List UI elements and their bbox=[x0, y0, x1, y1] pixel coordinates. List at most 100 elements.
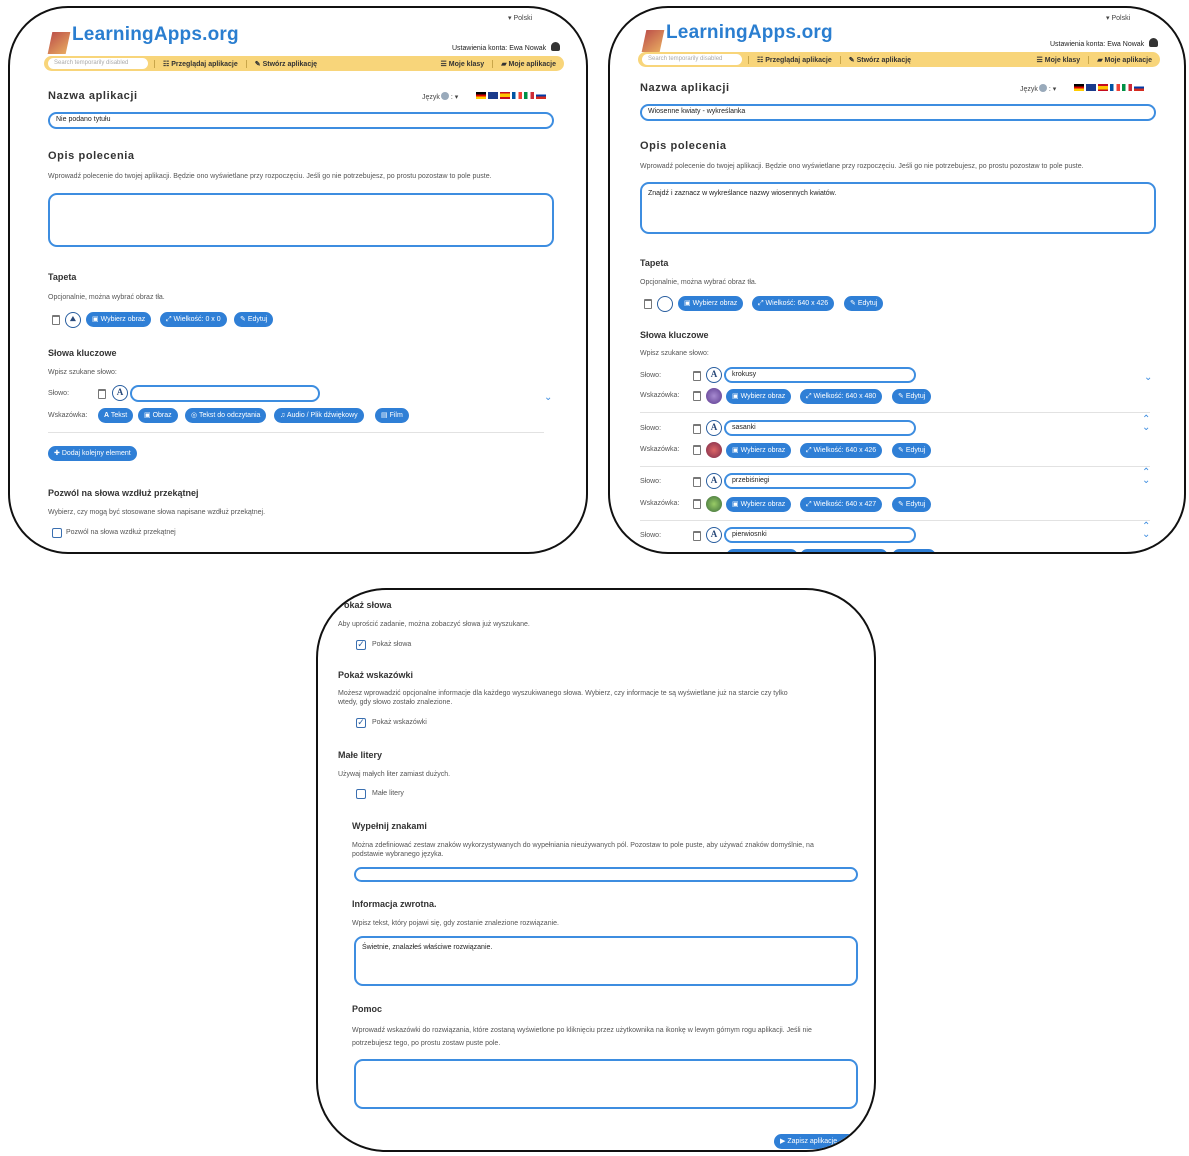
account-link[interactable]: Ustawienia konta: Ewa Nowak bbox=[1050, 38, 1159, 48]
app-title-input[interactable]: Nie podano tytułu bbox=[48, 112, 554, 129]
delete-word-icon[interactable] bbox=[98, 389, 106, 399]
word-input[interactable]: przebiśniegi bbox=[724, 473, 916, 489]
help-icon[interactable] bbox=[1038, 84, 1047, 92]
save-app-button[interactable]: ▶ Zapisz aplikację bbox=[774, 1134, 874, 1149]
choose-background-button[interactable]: ▣ Wybierz obraz bbox=[86, 312, 152, 327]
hint-tts-button[interactable]: ◎ Tekst do odczytania bbox=[185, 408, 267, 423]
edit-background-button[interactable]: ✎ Edytuj bbox=[234, 312, 274, 327]
logo[interactable]: LearningApps.org bbox=[641, 22, 833, 52]
character-button[interactable]: A bbox=[706, 420, 722, 436]
help-textarea[interactable] bbox=[354, 1059, 858, 1109]
hint-text-button[interactable]: A Tekst bbox=[98, 408, 134, 423]
search-input[interactable]: Search temporarily disabled bbox=[642, 54, 742, 65]
character-button[interactable]: A bbox=[112, 385, 128, 401]
chevron-updown-icon[interactable]: ⌃ ⌄ bbox=[1142, 522, 1150, 540]
character-button[interactable]: A bbox=[706, 527, 722, 543]
delete-word-icon[interactable] bbox=[693, 477, 701, 487]
choose-hint-image-button[interactable] bbox=[726, 549, 798, 552]
hint-image-button[interactable]: ▣ Obraz bbox=[138, 408, 178, 423]
feedback-textarea[interactable]: Świetnie, znalazłeś właściwe rozwiązanie… bbox=[354, 936, 858, 986]
delete-hint-icon[interactable] bbox=[693, 499, 701, 509]
hint-audio-button[interactable]: ♫ Audio / Plik dźwiękowy bbox=[274, 408, 364, 423]
edit-background-button[interactable]: ✎ Edytuj bbox=[844, 296, 884, 311]
content-language[interactable]: Język : ▾ bbox=[422, 92, 458, 101]
background-size-button[interactable]: ⤢ Wielkość: 640 x 426 bbox=[752, 296, 835, 311]
language-select[interactable]: ▾ Polski bbox=[508, 14, 532, 22]
choose-hint-image-button[interactable]: ▣ Wybierz obraz bbox=[726, 497, 792, 512]
edit-hint-button[interactable] bbox=[892, 549, 936, 552]
task-textarea[interactable] bbox=[48, 193, 554, 247]
add-element-button[interactable]: ✚ Dodaj kolejny element bbox=[48, 446, 137, 461]
nav-create[interactable]: ✎ Stwórz aplikację bbox=[245, 59, 325, 68]
show-words-checkbox[interactable]: ✓ bbox=[356, 640, 366, 650]
language-select[interactable]: ▾ Polski bbox=[1106, 14, 1130, 22]
help-icon[interactable] bbox=[440, 92, 449, 100]
delete-background-icon[interactable] bbox=[52, 315, 60, 325]
hint-size-label: Wielkość: 640 x 480 bbox=[813, 393, 877, 400]
logo-text: LearningApps.org bbox=[72, 24, 239, 45]
delete-word-icon[interactable] bbox=[693, 531, 701, 541]
choose-hint-image-button[interactable]: ▣ Wybierz obraz bbox=[726, 389, 792, 404]
flag-ru-icon[interactable] bbox=[536, 92, 546, 99]
chevron-down-icon[interactable]: ⌄ bbox=[544, 392, 552, 403]
logo[interactable]: LearningApps.org bbox=[47, 24, 239, 54]
content-language[interactable]: Język : ▾ bbox=[1020, 84, 1056, 93]
show-hints-checkbox[interactable]: ✓ bbox=[356, 718, 366, 728]
nav-classes[interactable]: ☰ Moje klasy bbox=[1029, 56, 1089, 64]
hint-size-button[interactable]: ⤢ Wielkość: 640 x 427 bbox=[800, 497, 883, 512]
choose-background-button[interactable]: ▣ Wybierz obraz bbox=[678, 296, 744, 311]
fill-characters-input[interactable] bbox=[354, 867, 858, 882]
character-button[interactable]: A bbox=[706, 367, 722, 383]
nav-classes[interactable]: ☰ Moje klasy bbox=[433, 60, 493, 68]
flag-it-icon[interactable] bbox=[1122, 84, 1132, 91]
flag-de-icon[interactable] bbox=[476, 92, 486, 99]
delete-hint-icon[interactable] bbox=[693, 445, 701, 455]
flag-gb-icon[interactable] bbox=[1086, 84, 1096, 91]
task-textarea[interactable]: Znajdź i zaznacz w wykreślance nazwy wio… bbox=[640, 182, 1156, 234]
flag-gb-icon[interactable] bbox=[488, 92, 498, 99]
flag-fr-icon[interactable] bbox=[512, 92, 522, 99]
delete-hint-icon[interactable] bbox=[693, 391, 701, 401]
flag-it-icon[interactable] bbox=[524, 92, 534, 99]
hint-film-button[interactable]: ▤ Film bbox=[375, 408, 409, 423]
delete-word-icon[interactable] bbox=[693, 371, 701, 381]
account-link[interactable]: Ustawienia konta: Ewa Nowak bbox=[452, 42, 561, 52]
background-preview[interactable] bbox=[657, 296, 673, 312]
background-preview[interactable]: ⛰ bbox=[65, 312, 81, 328]
flag-es-icon[interactable] bbox=[500, 92, 510, 99]
diagonal-checkbox[interactable] bbox=[52, 528, 62, 538]
choose-hint-image-button[interactable]: ▣ Wybierz obraz bbox=[726, 443, 792, 458]
flag-es-icon[interactable] bbox=[1098, 84, 1108, 91]
app-title-input[interactable]: Wiosenne kwiaty - wykreślanka bbox=[640, 104, 1156, 121]
edit-hint-button[interactable]: ✎ Edytuj bbox=[892, 389, 932, 404]
lowercase-checkbox[interactable] bbox=[356, 789, 366, 799]
hint-size-button[interactable] bbox=[800, 549, 888, 552]
word-input[interactable]: sasanki bbox=[724, 420, 916, 436]
chevron-updown-icon[interactable]: ⌃ ⌄ bbox=[1142, 468, 1150, 486]
nav-myapps[interactable]: ▰ Moje aplikacje bbox=[492, 59, 564, 68]
character-button[interactable]: A bbox=[706, 473, 722, 489]
chevron-down-icon[interactable]: ⌄ bbox=[1144, 372, 1152, 383]
nav-myapps[interactable]: ▰ Moje aplikacje bbox=[1088, 55, 1160, 64]
hint-size-button[interactable]: ⤢ Wielkość: 640 x 480 bbox=[800, 389, 883, 404]
word-input[interactable] bbox=[130, 385, 320, 402]
hint-image-thumbnail[interactable] bbox=[706, 442, 722, 458]
edit-hint-button[interactable]: ✎ Edytuj bbox=[892, 443, 932, 458]
nav-browse[interactable]: ☷ Przeglądaj aplikacje bbox=[748, 55, 840, 64]
nav-create[interactable]: ✎ Stwórz aplikację bbox=[839, 55, 919, 64]
search-input[interactable]: Search temporarily disabled bbox=[48, 58, 148, 69]
word-input[interactable]: pierwiosnki bbox=[724, 527, 916, 543]
delete-word-icon[interactable] bbox=[693, 424, 701, 434]
flag-ru-icon[interactable] bbox=[1134, 84, 1144, 91]
hint-size-button[interactable]: ⤢ Wielkość: 640 x 426 bbox=[800, 443, 883, 458]
nav-browse[interactable]: ☷ Przeglądaj aplikacje bbox=[154, 59, 246, 68]
word-input[interactable]: krokusy bbox=[724, 367, 916, 383]
flag-de-icon[interactable] bbox=[1074, 84, 1084, 91]
chevron-updown-icon[interactable]: ⌃ ⌄ bbox=[1142, 415, 1150, 433]
edit-hint-button[interactable]: ✎ Edytuj bbox=[892, 497, 932, 512]
hint-image-thumbnail[interactable] bbox=[706, 388, 722, 404]
flag-fr-icon[interactable] bbox=[1110, 84, 1120, 91]
delete-background-icon[interactable] bbox=[644, 299, 652, 309]
hint-image-thumbnail[interactable] bbox=[706, 496, 722, 512]
background-size-button[interactable]: ⤢ Wielkość: 0 x 0 bbox=[160, 312, 227, 327]
